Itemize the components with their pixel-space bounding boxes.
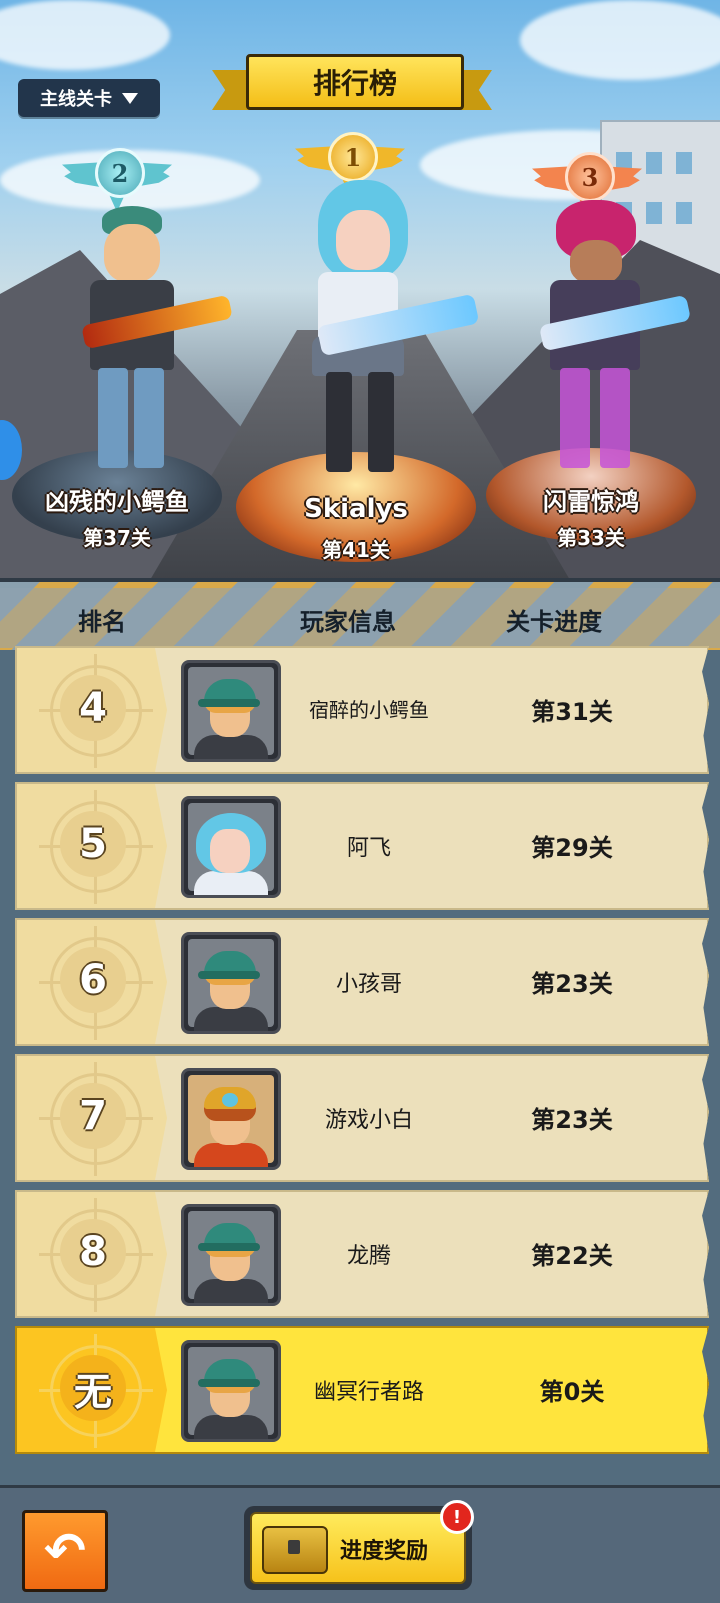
leaderboard-row[interactable]: 6 小孩哥 第23关: [15, 918, 709, 1046]
podium-rank-2: 2: [95, 148, 145, 198]
leaderboard-row[interactable]: 8 龙腾 第22关: [15, 1190, 709, 1318]
player-avatar[interactable]: [181, 660, 281, 762]
my-rank: 无: [60, 1355, 126, 1421]
cloud: [520, 0, 720, 80]
progress-reward-label: 进度奖励: [340, 1539, 429, 1564]
row-rank: 7: [60, 1083, 126, 1149]
bottom-bar: ↶ 进度奖励 !: [0, 1485, 720, 1603]
caret-down-icon: [122, 92, 138, 104]
player-level: 第29关: [531, 834, 613, 862]
player-name: 龙腾: [346, 1244, 391, 1269]
player-avatar[interactable]: [181, 932, 281, 1034]
player-level: 第23关: [531, 970, 613, 998]
podium-name-2: 凶残的小鳄鱼: [45, 488, 189, 516]
podium-rank-3: 3: [565, 152, 615, 202]
player-avatar[interactable]: [181, 796, 281, 898]
podium-stage: 主线关卡 排行榜 2 1 3 凶残的小鳄鱼 第37关 Skialys 第41关 …: [0, 0, 720, 578]
notification-badge: !: [440, 1500, 474, 1534]
player-name: 宿醉的小鳄鱼: [309, 698, 429, 722]
player-level: 第22关: [531, 1242, 613, 1270]
player-name: 阿飞: [346, 836, 391, 861]
character-rank-3[interactable]: [520, 200, 692, 480]
my-name: 幽冥行者路: [313, 1380, 424, 1405]
podium-level-2: 第37关: [83, 526, 151, 550]
column-progress: 关卡进度: [506, 608, 602, 636]
podium-level-3: 第33关: [557, 526, 625, 550]
my-rank-row[interactable]: 无 幽冥行者路 第0关: [15, 1326, 709, 1454]
progress-reward-button[interactable]: 进度奖励 !: [244, 1500, 474, 1590]
leaderboard-list[interactable]: 4 宿醉的小鳄鱼 第31关 5 阿飞 第29关 6 小孩哥 第23关 7 游戏小…: [0, 646, 720, 1485]
leaderboard-row[interactable]: 4 宿醉的小鳄鱼 第31关: [15, 646, 709, 774]
leaderboard-title-banner: 排行榜: [212, 52, 492, 122]
character-rank-2[interactable]: [62, 200, 233, 480]
row-rank: 8: [60, 1219, 126, 1285]
player-name: 游戏小白: [324, 1108, 413, 1133]
podium-rank-1: 1: [328, 132, 378, 182]
podium-name-1: Skialys: [304, 494, 408, 524]
back-button[interactable]: ↶: [22, 1510, 108, 1592]
mode-dropdown-label: 主线关卡: [40, 89, 112, 110]
row-rank: 5: [60, 811, 126, 877]
player-avatar[interactable]: [181, 1204, 281, 1306]
character-rank-1[interactable]: [278, 180, 480, 480]
leaderboard-row[interactable]: 7 游戏小白 第23关: [15, 1054, 709, 1182]
podium-level-1: 第41关: [322, 538, 390, 562]
player-name: 小孩哥: [335, 972, 402, 997]
my-avatar[interactable]: [181, 1340, 281, 1442]
page-title: 排行榜: [246, 54, 464, 110]
row-rank: 4: [60, 675, 126, 741]
podium-name-3: 闪雷惊鸿: [543, 488, 639, 516]
column-player: 玩家信息: [300, 608, 396, 636]
treasure-chest-icon: [262, 1526, 328, 1574]
cloud: [0, 0, 170, 70]
column-rank: 排名: [78, 608, 126, 636]
player-level: 第31关: [531, 698, 613, 726]
row-rank: 6: [60, 947, 126, 1013]
mode-dropdown[interactable]: 主线关卡: [18, 79, 160, 117]
back-arrow-icon: ↶: [44, 1522, 86, 1580]
player-level: 第23关: [531, 1106, 613, 1134]
leaderboard-row[interactable]: 5 阿飞 第29关: [15, 782, 709, 910]
player-avatar[interactable]: [181, 1068, 281, 1170]
my-level: 第0关: [539, 1378, 605, 1406]
